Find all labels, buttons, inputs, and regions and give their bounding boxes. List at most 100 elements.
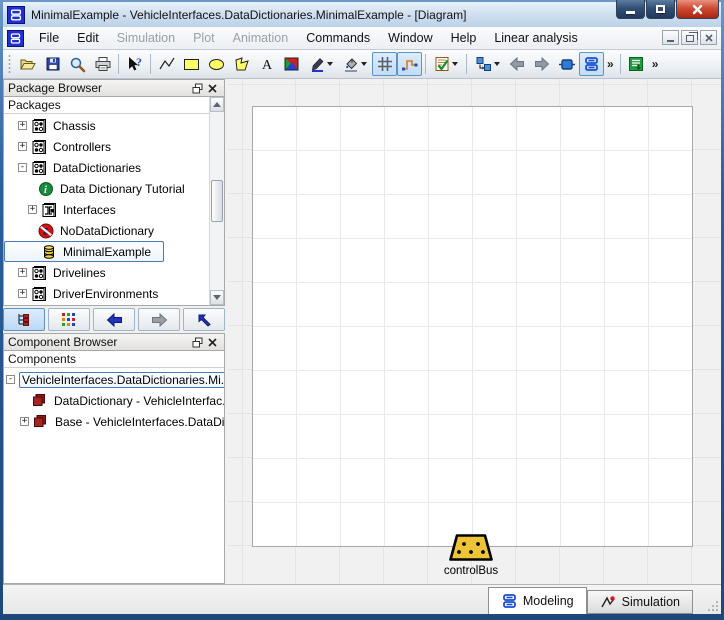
menu-animation: Animation	[224, 29, 298, 47]
collapse-icon[interactable]: -	[6, 375, 15, 384]
line-tool-button[interactable]	[154, 52, 179, 76]
forward-button[interactable]	[529, 52, 554, 76]
tree-item-data-dictionary-tutorial[interactable]: i Data Dictionary Tutorial	[4, 178, 224, 199]
tree-item-nodatadictionary[interactable]: Z NoDataDictionary	[4, 220, 224, 241]
expander-icon[interactable]: +	[18, 121, 27, 130]
maximize-button[interactable]	[646, 0, 675, 19]
diagram-window-button[interactable]	[579, 52, 604, 76]
tree-item-driverenvironments[interactable]: + DriverEnvironments	[4, 283, 224, 304]
diagram-area[interactable]: controlBus	[228, 79, 721, 584]
tree-item-root-model[interactable]: - VehicleInterfaces.DataDictionaries.Mi.…	[4, 369, 224, 390]
bitmap-tool-button[interactable]	[279, 52, 304, 76]
tree-item-label[interactable]: Base - VehicleInterfaces.DataDic...	[52, 414, 225, 430]
rectangle-tool-button[interactable]	[179, 52, 204, 76]
tree-item-drivelines[interactable]: + Drivelines	[4, 262, 224, 283]
menu-edit[interactable]: Edit	[68, 29, 108, 47]
float-panel-icon[interactable]	[190, 81, 205, 95]
resize-grip[interactable]	[707, 600, 718, 611]
menu-file[interactable]: File	[30, 29, 68, 47]
tree-item-chassis[interactable]: + Chassis	[4, 115, 224, 136]
mdi-minimize-button[interactable]	[662, 30, 679, 45]
translate-dropdown[interactable]	[494, 62, 500, 66]
expander-icon[interactable]: +	[18, 289, 27, 298]
menu-window[interactable]: Window	[379, 29, 441, 47]
mdi-child-icon[interactable]	[7, 30, 24, 47]
smart-connect-button[interactable]	[397, 52, 422, 76]
save-button[interactable]	[40, 52, 65, 76]
minimize-button[interactable]	[616, 0, 645, 19]
polygon-tool-button[interactable]	[229, 52, 254, 76]
expander-icon[interactable]: +	[20, 417, 29, 426]
tree-item-controllers[interactable]: + Controllers	[4, 136, 224, 157]
ellipse-tool-button[interactable]	[204, 52, 229, 76]
close-button[interactable]	[676, 0, 719, 19]
tree-item-label[interactable]: VehicleInterfaces.DataDictionaries.Mi...	[19, 372, 225, 388]
float-panel-icon[interactable]	[190, 335, 205, 349]
component-insert-button[interactable]	[554, 52, 579, 76]
check-model-dropdown[interactable]	[452, 62, 458, 66]
context-help-button[interactable]: ?	[122, 52, 147, 76]
scroll-down-icon[interactable]	[210, 290, 224, 305]
fill-color-dropdown[interactable]	[361, 62, 367, 66]
expander-icon[interactable]: +	[18, 142, 27, 151]
diagram-canvas[interactable]	[252, 106, 693, 547]
package-icon	[31, 118, 47, 134]
tree-item-datadictionaries[interactable]: - DataDictionaries	[4, 157, 224, 178]
toolbar-drag-handle[interactable]	[8, 54, 12, 74]
mdi-restore-button[interactable]	[681, 30, 698, 45]
parent-class-button[interactable]	[183, 308, 225, 331]
collapse-icon[interactable]: -	[18, 163, 27, 172]
package-tree: + Chassis + Controllers - DataDictionari…	[4, 114, 224, 304]
close-panel-icon[interactable]	[205, 335, 220, 349]
package-icon	[31, 139, 47, 155]
tree-view-button[interactable]	[3, 308, 45, 331]
tree-item-label[interactable]: Controllers	[50, 139, 114, 155]
tree-item-label[interactable]: Drivelines	[50, 265, 109, 281]
tree-item-label[interactable]: Interfaces	[60, 202, 119, 218]
tree-item-base-component[interactable]: + Base - VehicleInterfaces.DataDic...	[4, 411, 224, 432]
simulation-script-button[interactable]	[624, 52, 649, 76]
tree-item-interfaces[interactable]: + Interfaces	[4, 199, 224, 220]
tree-item-label[interactable]: DataDictionary - VehicleInterfac...	[51, 393, 225, 409]
scroll-up-icon[interactable]	[210, 97, 224, 112]
tree-item-datadictionary-component[interactable]: DataDictionary - VehicleInterfac...	[4, 390, 224, 411]
pen-color-button[interactable]	[304, 52, 338, 76]
fill-color-button[interactable]	[338, 52, 372, 76]
tree-item-label[interactable]: Chassis	[50, 118, 99, 134]
zoom-button[interactable]	[65, 52, 90, 76]
back-button[interactable]	[504, 52, 529, 76]
print-button[interactable]	[90, 52, 115, 76]
translate-button[interactable]	[470, 52, 504, 76]
tree-item-label[interactable]: DataDictionaries	[50, 160, 144, 176]
tab-modeling[interactable]: Modeling	[488, 587, 587, 614]
text-tool-button[interactable]: A	[254, 52, 279, 76]
tree-item-label[interactable]: DriverEnvironments	[50, 286, 161, 302]
menu-commands[interactable]: Commands	[297, 29, 379, 47]
mdi-close-button[interactable]	[700, 30, 717, 45]
icon-view-button[interactable]	[48, 308, 90, 331]
tree-item-minimalexample[interactable]: MinimalExample	[4, 241, 164, 262]
toolbar-overflow-chevron-2[interactable]: »	[649, 57, 662, 71]
menu-bar: File Edit Simulation Plot Animation Comm…	[3, 27, 721, 50]
scrollbar-track[interactable]	[210, 112, 224, 290]
pen-color-dropdown[interactable]	[327, 62, 333, 66]
check-model-button[interactable]	[429, 52, 463, 76]
expander-icon[interactable]: +	[18, 268, 27, 277]
grid-toggle-button[interactable]	[372, 52, 397, 76]
package-tree-scrollbar[interactable]	[209, 97, 224, 305]
tree-item-label[interactable]: Data Dictionary Tutorial	[57, 181, 188, 197]
scrollbar-thumb[interactable]	[211, 180, 223, 222]
tree-item-label[interactable]: NoDataDictionary	[57, 223, 157, 239]
close-panel-icon[interactable]	[205, 81, 220, 95]
packages-header: Packages	[4, 97, 224, 114]
toolbar-overflow-chevron[interactable]: »	[604, 57, 617, 71]
history-back-button[interactable]	[93, 308, 135, 331]
open-button[interactable]	[15, 52, 40, 76]
menu-help[interactable]: Help	[442, 29, 486, 47]
history-forward-button[interactable]	[138, 308, 180, 331]
control-bus-connector[interactable]	[448, 533, 494, 563]
tab-simulation[interactable]: Simulation	[587, 590, 693, 614]
tree-item-label[interactable]: MinimalExample	[60, 244, 154, 260]
expander-icon[interactable]: +	[28, 205, 37, 214]
menu-linear-analysis[interactable]: Linear analysis	[485, 29, 586, 47]
